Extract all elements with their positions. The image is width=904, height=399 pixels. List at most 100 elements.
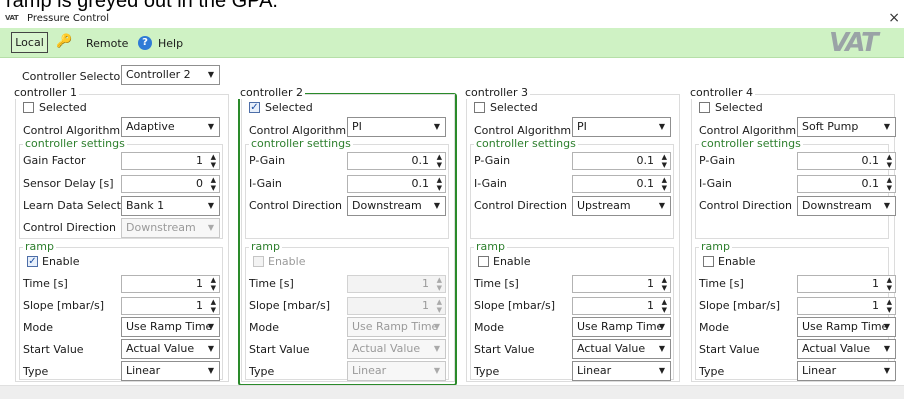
spin-up-icon: ▲ [661,153,667,161]
remote-button[interactable]: Remote [86,37,128,50]
ramp-type-dropdown[interactable]: Linear ▼ [121,361,220,381]
spin-up-icon: ▲ [661,298,667,306]
chevron-down-icon: ▼ [207,122,214,131]
controller-group-title: controller 3 [463,86,530,99]
spin-arrows-icon[interactable]: ▲ ▼ [437,176,442,192]
p-gain-spinbox[interactable]: 0.1 ▲ ▼ [347,152,446,170]
spin-up-icon: ▲ [661,176,667,184]
spin-arrows-icon[interactable]: ▲ ▼ [887,153,892,169]
ramp-slope-spinbox: 1 ▲ ▼ [347,297,446,315]
ramp-enable-checkbox[interactable] [478,256,489,267]
i-gain-spinbox[interactable]: 0.1 ▲ ▼ [347,175,446,193]
ramp-time-label: Time [s] [699,277,744,290]
spin-arrows-icon[interactable]: ▲ ▼ [662,298,667,314]
spin-arrows-icon[interactable]: ▲ ▼ [887,276,892,292]
selected-checkbox[interactable] [474,102,485,113]
ramp-type-dropdown-value: Linear [352,364,387,377]
controller-group-title: controller 4 [688,86,755,99]
sensor-delay-s-spinbox[interactable]: 0 ▲ ▼ [121,175,220,193]
spin-down-icon: ▼ [886,184,892,192]
control-algorithm-dropdown[interactable]: Soft Pump ▼ [797,117,896,137]
ramp-time-spinbox[interactable]: 1 ▲ ▼ [797,275,896,293]
gain-factor-spinbox[interactable]: 1 ▲ ▼ [121,152,220,170]
ramp-start-value-dropdown[interactable]: Actual Value ▼ [572,339,671,359]
spin-arrows-icon[interactable]: ▲ ▼ [887,298,892,314]
chevron-down-icon: ▼ [207,223,214,232]
selected-checkbox[interactable] [23,102,34,113]
key-icon[interactable]: 🔑 [56,33,72,51]
spin-arrows-icon[interactable]: ▲ ▼ [887,176,892,192]
local-button[interactable]: Local [11,32,48,53]
selected-label: Selected [39,101,87,114]
ramp-mode-dropdown: Use Ramp Time ▼ [347,317,446,337]
controller-group-title: controller 1 [12,86,79,99]
chevron-down-icon: ▼ [883,122,890,131]
control-algorithm-dropdown[interactable]: PI ▼ [347,117,446,137]
p-gain-spinbox[interactable]: 0.1 ▲ ▼ [797,152,896,170]
control-direction-dropdown[interactable]: Upstream ▼ [572,196,671,216]
spin-down-icon: ▼ [436,184,442,192]
ramp-time-spinbox[interactable]: 1 ▲ ▼ [121,275,220,293]
control-direction-dropdown[interactable]: Downstream ▼ [797,196,896,216]
ramp-type-dropdown[interactable]: Linear ▼ [572,361,671,381]
control-direction-dropdown[interactable]: Downstream ▼ [347,196,446,216]
spin-arrows-icon[interactable]: ▲ ▼ [437,153,442,169]
spin-up-icon: ▲ [436,298,442,306]
ramp-enable-label: Enable [493,255,531,268]
p-gain-spinbox-value: 0.1 [636,154,655,167]
ramp-type-label: Type [249,365,275,378]
controller-panel: controller 3 Selected Control Algorithm PI ▼… [463,59,684,385]
i-gain-spinbox[interactable]: 0.1 ▲ ▼ [572,175,671,193]
spin-up-icon: ▲ [886,153,892,161]
ramp-enable-checkbox[interactable]: ✓ [27,256,38,267]
spin-arrows-icon[interactable]: ▲ ▼ [662,176,667,192]
ramp-start-value-label: Start Value [249,343,310,356]
help-button[interactable]: Help [158,37,183,50]
p-gain-spinbox[interactable]: 0.1 ▲ ▼ [572,152,671,170]
ramp-slope-spinbox[interactable]: 1 ▲ ▼ [797,297,896,315]
selected-checkbox[interactable]: ✓ [249,102,260,113]
spin-arrows-icon[interactable]: ▲ ▼ [662,276,667,292]
learn-data-selection-dropdown[interactable]: Bank 1 ▼ [121,196,220,216]
spin-down-icon: ▼ [210,184,216,192]
control-algorithm-dropdown[interactable]: Adaptive ▼ [121,117,220,137]
ramp-start-value-dropdown[interactable]: Actual Value ▼ [797,339,896,359]
ramp-mode-dropdown[interactable]: Use Ramp Time ▼ [572,317,671,337]
i-gain-label: I-Gain [474,177,507,190]
ramp-mode-label: Mode [249,321,279,334]
spin-down-icon: ▼ [436,284,442,292]
ramp-start-value-dropdown-value: Actual Value [802,342,871,355]
i-gain-label: I-Gain [699,177,732,190]
ramp-type-dropdown[interactable]: Linear ▼ [797,361,896,381]
ramp-start-value-dropdown[interactable]: Actual Value ▼ [121,339,220,359]
spin-arrows-icon[interactable]: ▲ ▼ [211,298,216,314]
ramp-start-value-dropdown-value: Actual Value [352,342,421,355]
spin-arrows-icon[interactable]: ▲ ▼ [211,153,216,169]
selected-checkbox[interactable] [699,102,710,113]
gain-factor-spinbox-value: 1 [196,154,203,167]
spin-arrows-icon[interactable]: ▲ ▼ [211,176,216,192]
spin-arrows-icon[interactable]: ▲ ▼ [662,153,667,169]
ramp-slope-spinbox[interactable]: 1 ▲ ▼ [572,297,671,315]
ramp-mode-dropdown[interactable]: Use Ramp Time ▼ [797,317,896,337]
ramp-mode-dropdown-value: Use Ramp Time [577,320,664,333]
close-button[interactable]: × [888,11,900,26]
spin-up-icon: ▲ [210,298,216,306]
ramp-slope-spinbox[interactable]: 1 ▲ ▼ [121,297,220,315]
ramp-type-label: Type [23,365,49,378]
ramp-time-label: Time [s] [249,277,294,290]
ramp-enable-checkbox[interactable] [703,256,714,267]
ramp-enable-label: Enable [268,255,306,268]
i-gain-spinbox-value: 0.1 [636,177,655,190]
control-direction-label: Control Direction [699,199,792,212]
spin-arrows-icon[interactable]: ▲ ▼ [211,276,216,292]
ramp-start-value-dropdown-value: Actual Value [126,342,195,355]
ramp-time-spinbox[interactable]: 1 ▲ ▼ [572,275,671,293]
ramp-slope-label: Slope [mbar/s] [699,299,780,312]
i-gain-spinbox[interactable]: 0.1 ▲ ▼ [797,175,896,193]
ramp-mode-dropdown[interactable]: Use Ramp Time ▼ [121,317,220,337]
help-icon[interactable]: ? [138,36,152,50]
ramp-slope-label: Slope [mbar/s] [474,299,555,312]
window-title: Pressure Control [27,13,110,24]
control-algorithm-dropdown[interactable]: PI ▼ [572,117,671,137]
